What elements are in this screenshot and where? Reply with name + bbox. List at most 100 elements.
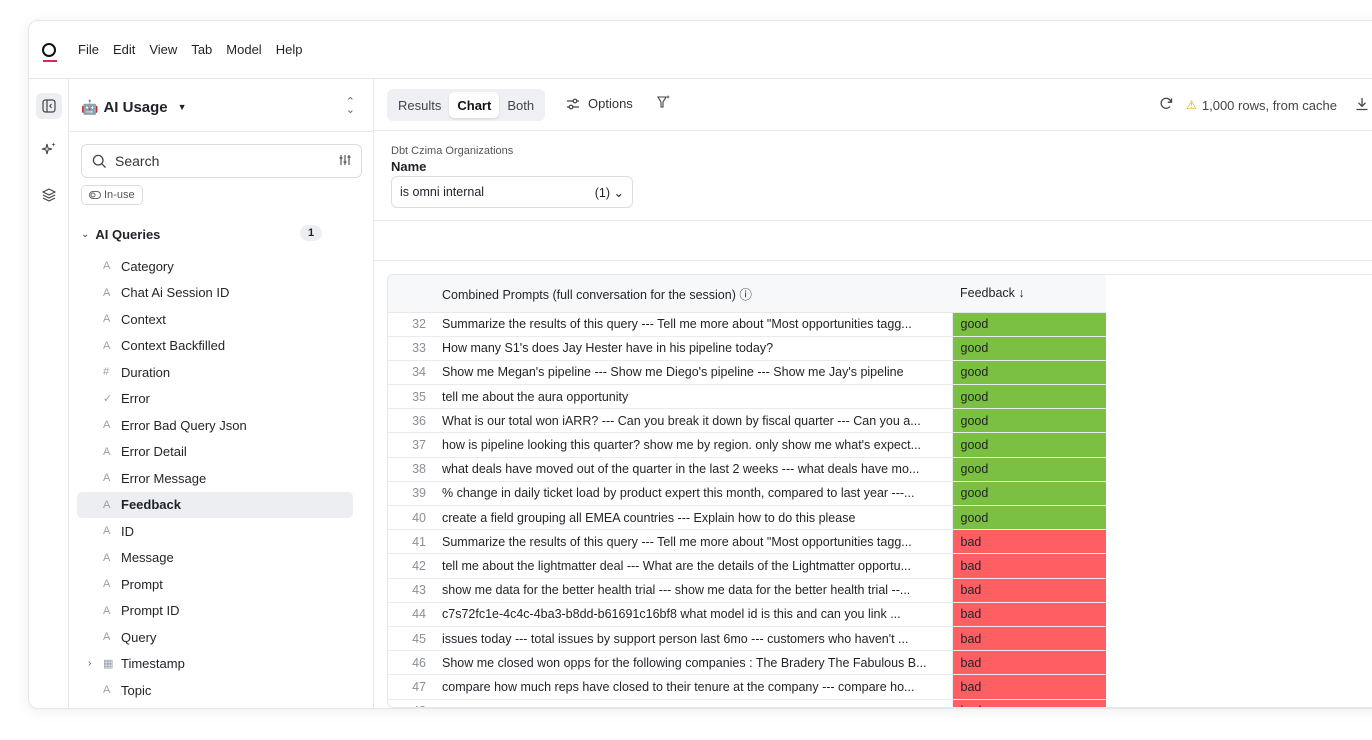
menu-edit[interactable]: Edit [113,42,135,57]
feedback-cell[interactable]: good [952,360,1106,386]
text-type-icon: A [103,339,111,352]
prompt-cell[interactable]: show me data for the better health trial… [434,578,953,603]
sliders-icon[interactable] [339,154,351,169]
table-row[interactable]: 38 what deals have moved out of the quart… [388,457,1106,482]
view-section-ai-queries[interactable]: ⌄ AI Queries 1 [81,225,362,243]
table-row[interactable]: 35 tell me about the aura opportunity good [388,384,1106,410]
filter-dropdown[interactable]: is omni internal (1) ⌄ [391,176,633,208]
prompt-cell[interactable]: issues today --- total issues by support… [434,626,953,652]
prompt-cell[interactable]: ... [434,699,953,707]
feedback-cell[interactable]: good [952,481,1106,507]
field-item[interactable]: A Context Backfilled [77,333,353,360]
prompt-cell[interactable]: Summarize the results of this query --- … [434,312,953,337]
table-row[interactable]: 46 Show me closed won opps for the follow… [388,650,1106,676]
table-row[interactable]: 34 Show me Megan's pipeline --- Show me D… [388,360,1106,386]
prompt-cell[interactable]: what deals have moved out of the quarter… [434,457,953,482]
search-input[interactable]: Search [115,153,159,169]
field-item[interactable]: A Context [77,306,353,333]
field-item[interactable]: A Prompt ID [77,598,353,625]
prompt-cell[interactable]: Show me closed won opps for the followin… [434,650,953,676]
feedback-cell[interactable]: bad [952,699,1106,707]
feedback-cell[interactable]: bad [952,674,1106,700]
feedback-cell[interactable]: good [952,408,1106,434]
chevron-right-icon[interactable]: › [88,658,91,669]
field-item[interactable]: A Message [77,545,353,572]
feedback-cell[interactable]: good [952,336,1106,361]
field-item[interactable]: A Error Bad Query Json [77,412,353,439]
tab-chart[interactable]: Chart [449,92,500,118]
column-header-feedback[interactable]: Feedback ↓ [952,275,1106,313]
table-row[interactable]: 42 tell me about the lightmatter deal ---… [388,553,1106,579]
field-item[interactable]: › ▦ Timestamp [77,651,353,678]
layers-icon[interactable] [36,182,62,208]
column-header-combined-prompts[interactable]: Combined Prompts (full conversation for … [434,275,952,313]
feedback-cell[interactable]: good [952,312,1106,337]
prompt-cell[interactable]: Show me Megan's pipeline --- Show me Die… [434,360,953,386]
prompt-cell[interactable]: Summarize the results of this query --- … [434,529,953,555]
table-row[interactable]: 36 What is our total won iARR? --- Can yo… [388,408,1106,434]
field-search-box[interactable]: Search [81,144,362,178]
table-row[interactable]: 41 Summarize the results of this query --… [388,529,1106,555]
ai-sparkle-icon[interactable] [36,136,62,162]
prompt-cell[interactable]: % change in daily ticket load by product… [434,481,953,507]
feedback-cell[interactable]: bad [952,553,1106,579]
refresh-icon[interactable] [1159,96,1174,114]
options-button[interactable]: Options [566,96,633,111]
prompt-cell[interactable]: tell me about the lightmatter deal --- W… [434,553,953,579]
menu-help[interactable]: Help [276,42,303,57]
field-item[interactable]: A Topic [77,677,353,704]
chevron-updown-icon[interactable]: ⌃ ⌄ [346,97,355,116]
tab-both[interactable]: Both [499,92,542,118]
feedback-cell[interactable]: bad [952,650,1106,676]
prompt-cell[interactable]: create a field grouping all EMEA countri… [434,505,953,531]
toggle-sidebar-icon[interactable] [36,93,62,119]
omni-logo[interactable] [29,42,69,62]
field-item[interactable]: A Error Detail [77,439,353,466]
table-row[interactable]: 45 issues today --- total issues by suppo… [388,626,1106,652]
field-item[interactable]: # Duration [77,359,353,386]
prompt-cell[interactable]: c7s72fc1e-4c4c-4ba3-b8dd-b61691c16bf8 wh… [434,602,953,627]
download-icon[interactable] [1355,97,1369,114]
feedback-cell[interactable]: good [952,432,1106,458]
field-label: Prompt [121,576,163,592]
feedback-cell[interactable]: bad [952,578,1106,603]
feedback-cell[interactable]: good [952,457,1106,482]
row-number: 48 [388,699,434,707]
feedback-cell[interactable]: bad [952,626,1106,652]
table-row[interactable]: 48...bad [388,699,1106,707]
table-row[interactable]: 44 c7s72fc1e-4c4c-4ba3-b8dd-b61691c16bf8 … [388,602,1106,627]
tab-results[interactable]: Results [390,92,449,118]
field-item[interactable]: A Prompt [77,571,353,598]
table-row[interactable]: 43 show me data for the better health tri… [388,578,1106,603]
table-row[interactable]: 32 Summarize the results of this query --… [388,312,1106,337]
in-use-toggle[interactable]: In-use [81,185,143,205]
topic-selector[interactable]: 🤖 AI Usage ▼ ⌃ ⌄ [81,96,361,118]
field-item[interactable]: A Feedback [77,491,353,518]
prompt-cell[interactable]: What is our total won iARR? --- Can you … [434,408,953,434]
prompt-cell[interactable]: tell me about the aura opportunity [434,384,953,410]
field-item[interactable]: A ID [77,518,353,545]
feedback-cell[interactable]: good [952,384,1106,410]
field-item[interactable]: A Chat Ai Session ID [77,280,353,307]
field-label: Error Bad Query Json [121,417,247,433]
feedback-cell[interactable]: good [952,505,1106,531]
table-row[interactable]: 39% change in daily ticket load by produ… [388,481,1106,507]
field-item[interactable]: A Category [77,253,353,280]
prompt-cell[interactable]: How many S1's does Jay Hester have in hi… [434,336,953,361]
menu-tab[interactable]: Tab [191,42,212,57]
field-item[interactable]: ✓ Error [77,386,353,413]
menu-model[interactable]: Model [226,42,261,57]
table-row[interactable]: 47 compare how much reps have closed to t… [388,674,1106,700]
feedback-cell[interactable]: bad [952,602,1106,627]
table-row[interactable]: 33 How many S1's does Jay Hester have in … [388,336,1106,361]
prompt-cell[interactable]: compare how much reps have closed to the… [434,674,953,700]
ai-filter-wand-icon[interactable] [656,94,672,113]
field-item[interactable]: A Query [77,624,353,651]
menu-view[interactable]: View [149,42,177,57]
menu-file[interactable]: File [78,42,99,57]
feedback-cell[interactable]: bad [952,529,1106,555]
table-row[interactable]: 37 how is pipeline looking this quarter? … [388,432,1106,458]
prompt-cell[interactable]: how is pipeline looking this quarter? sh… [434,432,953,458]
table-row[interactable]: 40 create a field grouping all EMEA count… [388,505,1106,531]
field-item[interactable]: A Error Message [77,465,353,492]
